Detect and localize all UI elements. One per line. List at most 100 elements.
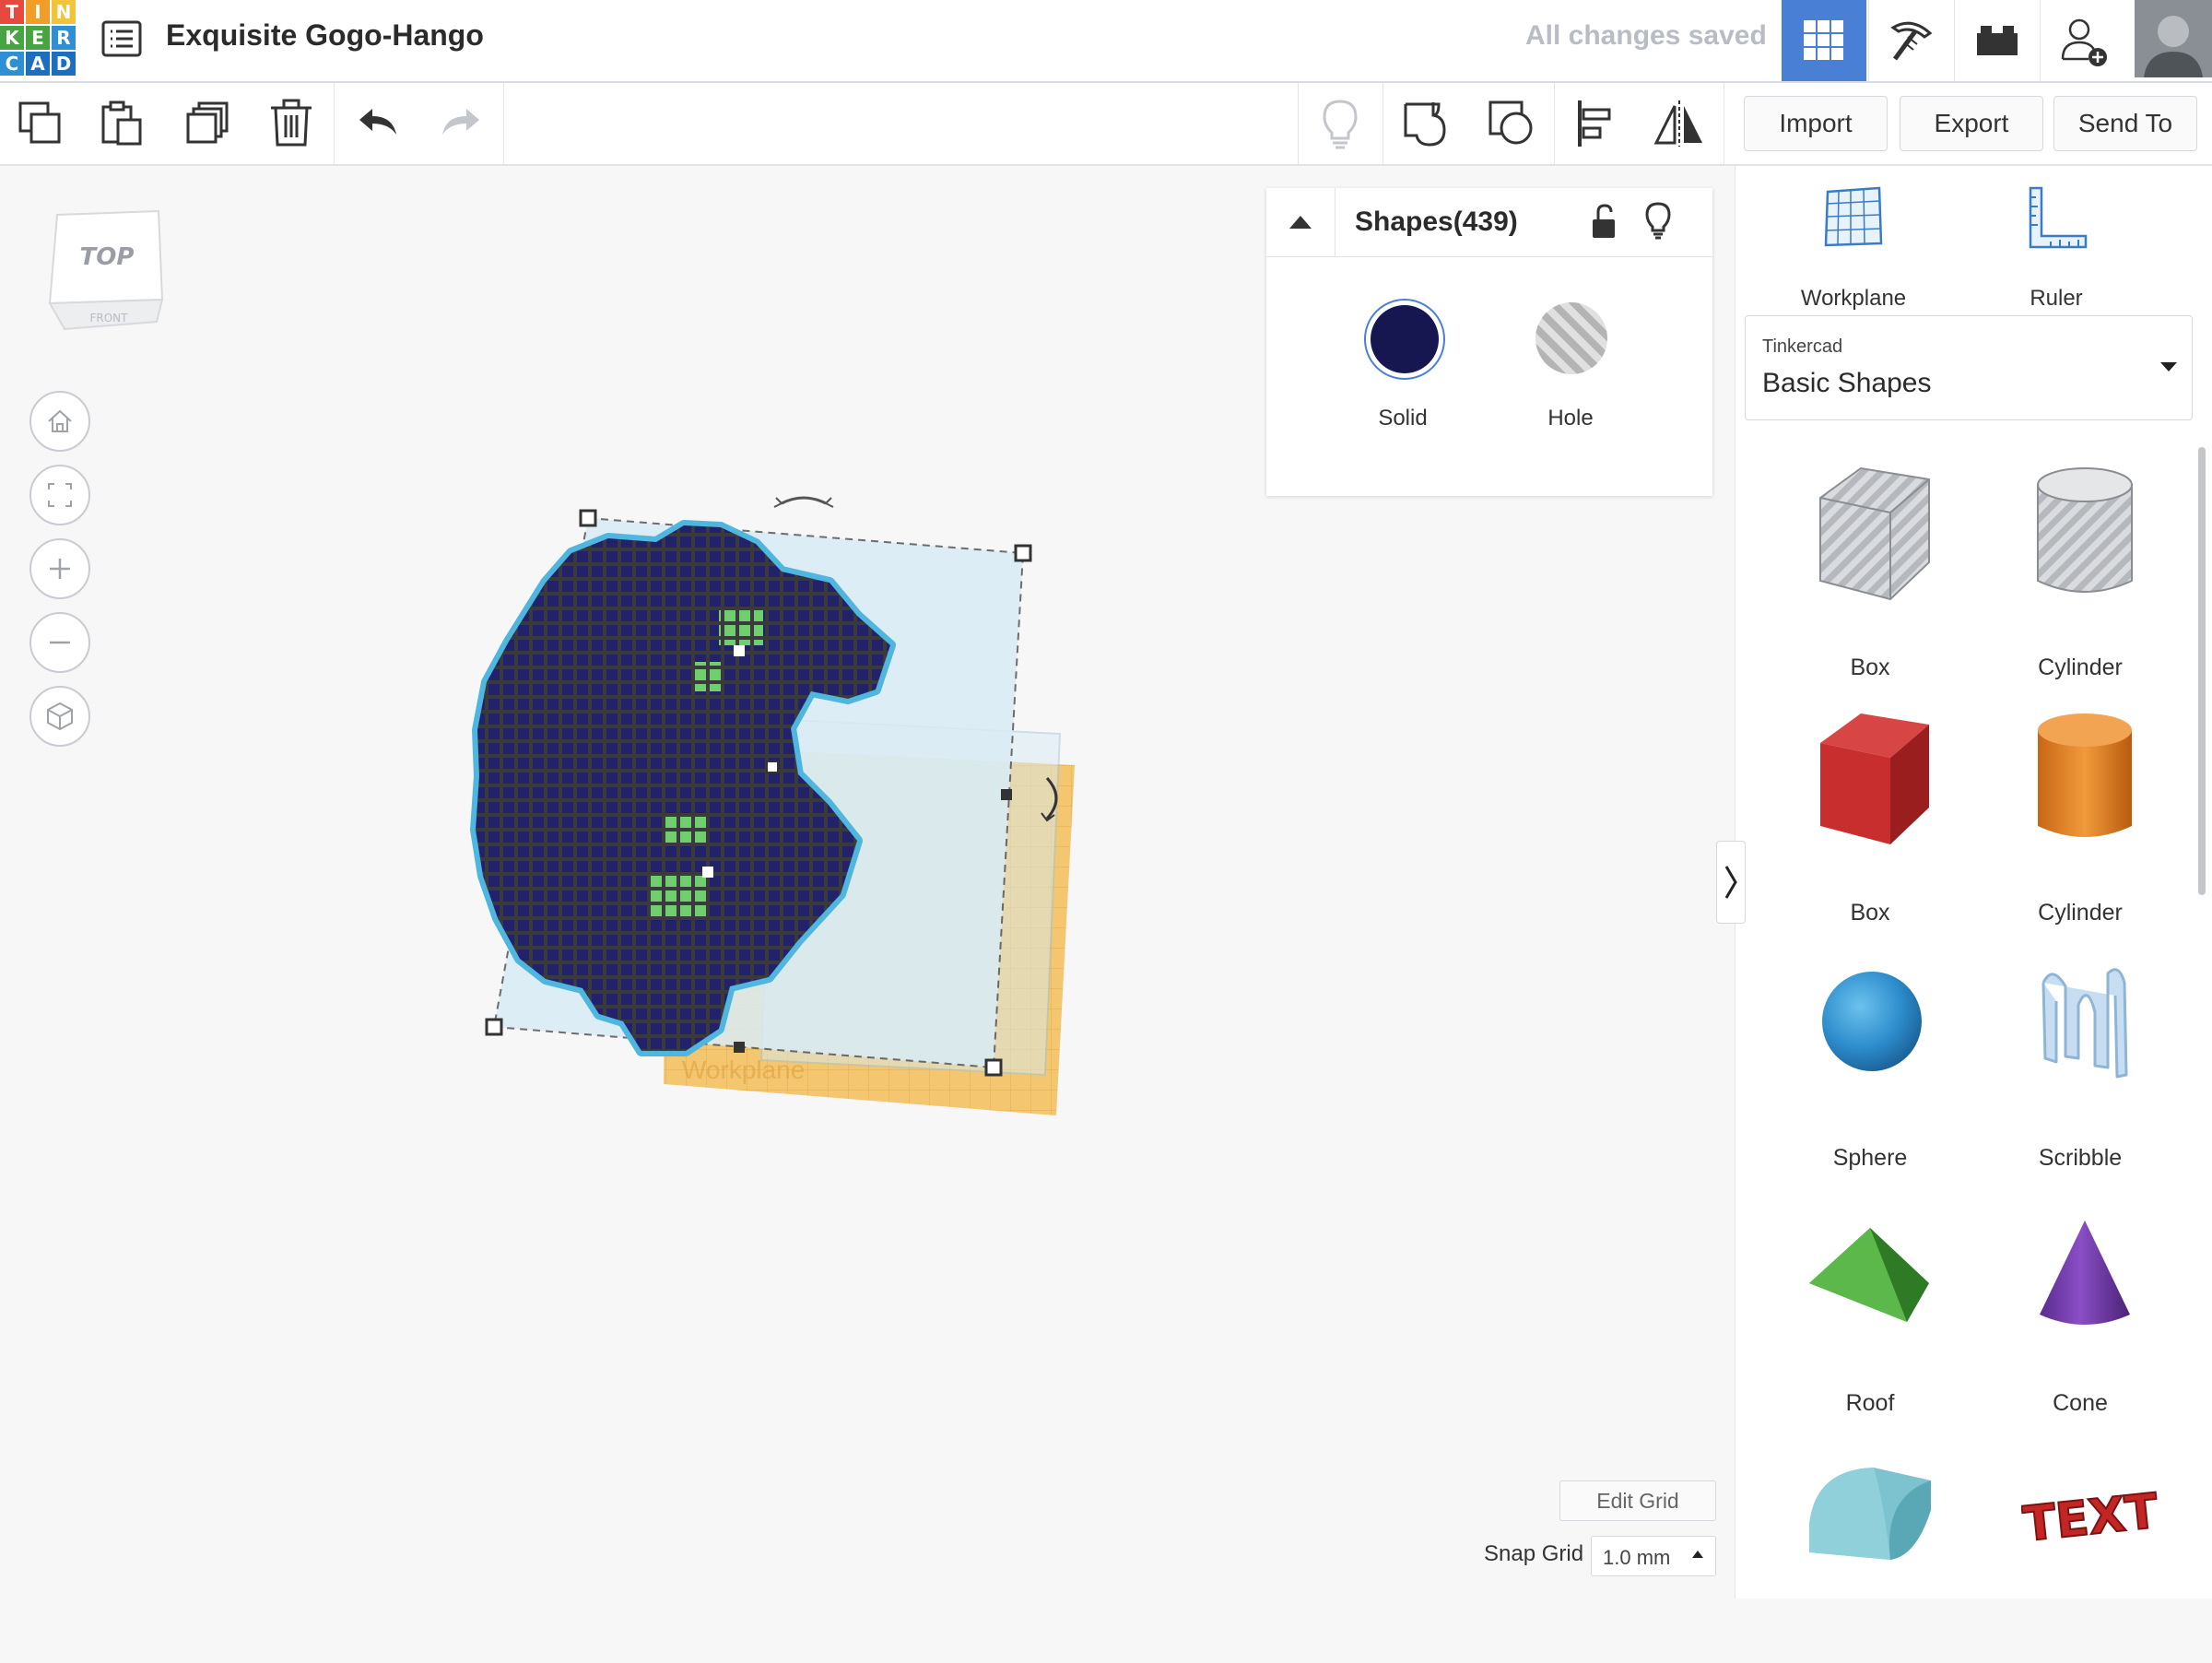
inspector-title: Shapes(439) xyxy=(1355,206,1518,237)
mirror-button[interactable] xyxy=(1639,83,1720,164)
view-cube-top-label: TOP xyxy=(80,243,135,271)
shape-round-roof[interactable] xyxy=(1778,1442,1962,1663)
duplicate-button[interactable] xyxy=(168,83,249,164)
text-shape-label: TEXT xyxy=(2021,1483,2159,1552)
export-button[interactable]: Export xyxy=(1900,96,2043,151)
delete-button[interactable] xyxy=(251,83,332,164)
scribble-icon xyxy=(2041,968,2128,1079)
redo-button[interactable] xyxy=(420,83,501,164)
shape-cone[interactable]: Cone xyxy=(1988,1197,2172,1418)
project-title[interactable]: Exquisite Gogo-Hango xyxy=(166,18,484,53)
perspective-toggle-button[interactable] xyxy=(29,686,90,747)
toolbar-divider xyxy=(503,83,504,164)
cylinder-solid-icon xyxy=(2038,714,2132,837)
toolbar-divider xyxy=(1298,83,1299,164)
chevron-right-icon xyxy=(1724,866,1737,899)
shape-cylinder-hole[interactable]: Cylinder xyxy=(1988,461,2172,682)
paste-button[interactable] xyxy=(81,83,162,164)
pickaxe-icon xyxy=(1890,21,1933,61)
shape-scribble[interactable]: Scribble xyxy=(1988,951,2172,1173)
shape-text[interactable]: TEXT xyxy=(1988,1442,2172,1663)
design-list-button[interactable] xyxy=(100,17,144,61)
shape-label: Cylinder xyxy=(2038,655,2123,680)
cylinder-hole-icon xyxy=(2037,467,2133,593)
library-category: Tinkercad xyxy=(1762,336,1843,357)
rotate-handle-top[interactable] xyxy=(781,496,827,505)
center-handle[interactable] xyxy=(766,761,779,773)
fit-view-button[interactable] xyxy=(29,465,90,525)
ungroup-button[interactable] xyxy=(1471,83,1552,164)
shape-box[interactable]: Box xyxy=(1778,706,1962,927)
tinkercad-logo[interactable]: TIN KER CAD xyxy=(0,0,77,77)
send-to-button[interactable]: Send To xyxy=(2053,96,2197,151)
zoom-out-button[interactable] xyxy=(29,612,90,673)
model-highlight xyxy=(734,645,745,656)
paste-icon xyxy=(101,100,142,146)
group-button[interactable] xyxy=(1386,83,1467,164)
toolbar-divider xyxy=(334,83,335,164)
design-canvas[interactable]: Workplane xyxy=(442,461,1106,1143)
inspector-header: Shapes(439) xyxy=(1266,188,1712,257)
zoom-in-button[interactable] xyxy=(29,538,90,599)
edit-grid-button[interactable]: Edit Grid xyxy=(1559,1480,1716,1521)
snap-grid-select[interactable]: 1.0 mm xyxy=(1591,1536,1716,1576)
copy-icon xyxy=(18,101,61,144)
shape-cylinder[interactable]: Cylinder xyxy=(1988,706,2172,927)
shape-sphere[interactable]: Sphere xyxy=(1778,951,1962,1173)
side-handle[interactable] xyxy=(734,1042,745,1053)
lock-button[interactable] xyxy=(1589,203,1618,244)
avatar-icon xyxy=(2135,0,2212,77)
solid-color-swatch[interactable] xyxy=(1364,299,1445,380)
snap-grid-value: 1.0 mm xyxy=(1603,1546,1671,1569)
chevron-down-icon xyxy=(2160,362,2177,372)
side-handle[interactable] xyxy=(1001,789,1012,800)
logo-letter: R xyxy=(52,26,76,50)
list-icon xyxy=(101,20,142,57)
hide-button[interactable] xyxy=(1644,201,1672,244)
resize-handle[interactable] xyxy=(485,1018,503,1036)
shape-roof[interactable]: Roof xyxy=(1778,1197,1962,1418)
user-avatar[interactable] xyxy=(2135,0,2212,77)
shape-label: Box xyxy=(1850,900,1890,926)
notes-button[interactable] xyxy=(1300,83,1381,164)
logo-letter: K xyxy=(0,26,24,50)
3d-design-view-button[interactable] xyxy=(1782,0,1866,81)
blocks-view-button[interactable] xyxy=(1868,0,1954,81)
shape-label: Roof xyxy=(1845,1390,1895,1416)
undo-button[interactable] xyxy=(337,83,418,164)
hole-swatch[interactable] xyxy=(1535,302,1607,374)
import-button[interactable]: Import xyxy=(1744,96,1888,151)
edit-toolbar: Import Export Send To xyxy=(0,83,2212,166)
workplane-tool[interactable]: Workplane xyxy=(1780,184,1927,313)
panel-scrollbar[interactable] xyxy=(2198,447,2206,895)
ruler-tool[interactable]: Ruler xyxy=(1983,184,2130,313)
bricks-view-button[interactable] xyxy=(1954,0,2040,81)
shape-label: Cylinder xyxy=(2038,900,2123,926)
resize-handle[interactable] xyxy=(1014,544,1032,562)
bulb-icon xyxy=(1645,202,1671,240)
duplicate-icon xyxy=(186,101,229,144)
group-icon xyxy=(1404,102,1446,147)
shape-library-select[interactable]: Tinkercad Basic Shapes xyxy=(1745,315,2193,420)
invite-user-button[interactable] xyxy=(2040,0,2125,81)
text-icon: TEXT xyxy=(2021,1482,2159,1552)
delete-icon xyxy=(271,99,312,147)
workplane-icon xyxy=(1824,186,1883,247)
resize-handle[interactable] xyxy=(984,1058,1003,1077)
copy-button[interactable] xyxy=(0,83,81,164)
home-view-button[interactable] xyxy=(29,391,90,452)
resize-handle[interactable] xyxy=(579,509,597,527)
align-button[interactable] xyxy=(1556,83,1637,164)
zoom-out-icon xyxy=(50,641,70,644)
view-cube[interactable]: TOP FRONT xyxy=(48,207,166,336)
shape-box-hole[interactable]: Box xyxy=(1778,461,1962,682)
redo-icon xyxy=(442,109,479,135)
shape-label: Sphere xyxy=(1832,1145,1908,1171)
panel-collapse-button[interactable] xyxy=(1716,841,1746,924)
align-icon xyxy=(1578,100,1611,147)
box-hole-icon xyxy=(1819,466,1930,601)
inspector-collapse-button[interactable] xyxy=(1266,188,1335,256)
ruler-icon xyxy=(2029,186,2088,249)
cone-icon xyxy=(2040,1221,2130,1325)
caret-up-icon xyxy=(1289,216,1312,229)
